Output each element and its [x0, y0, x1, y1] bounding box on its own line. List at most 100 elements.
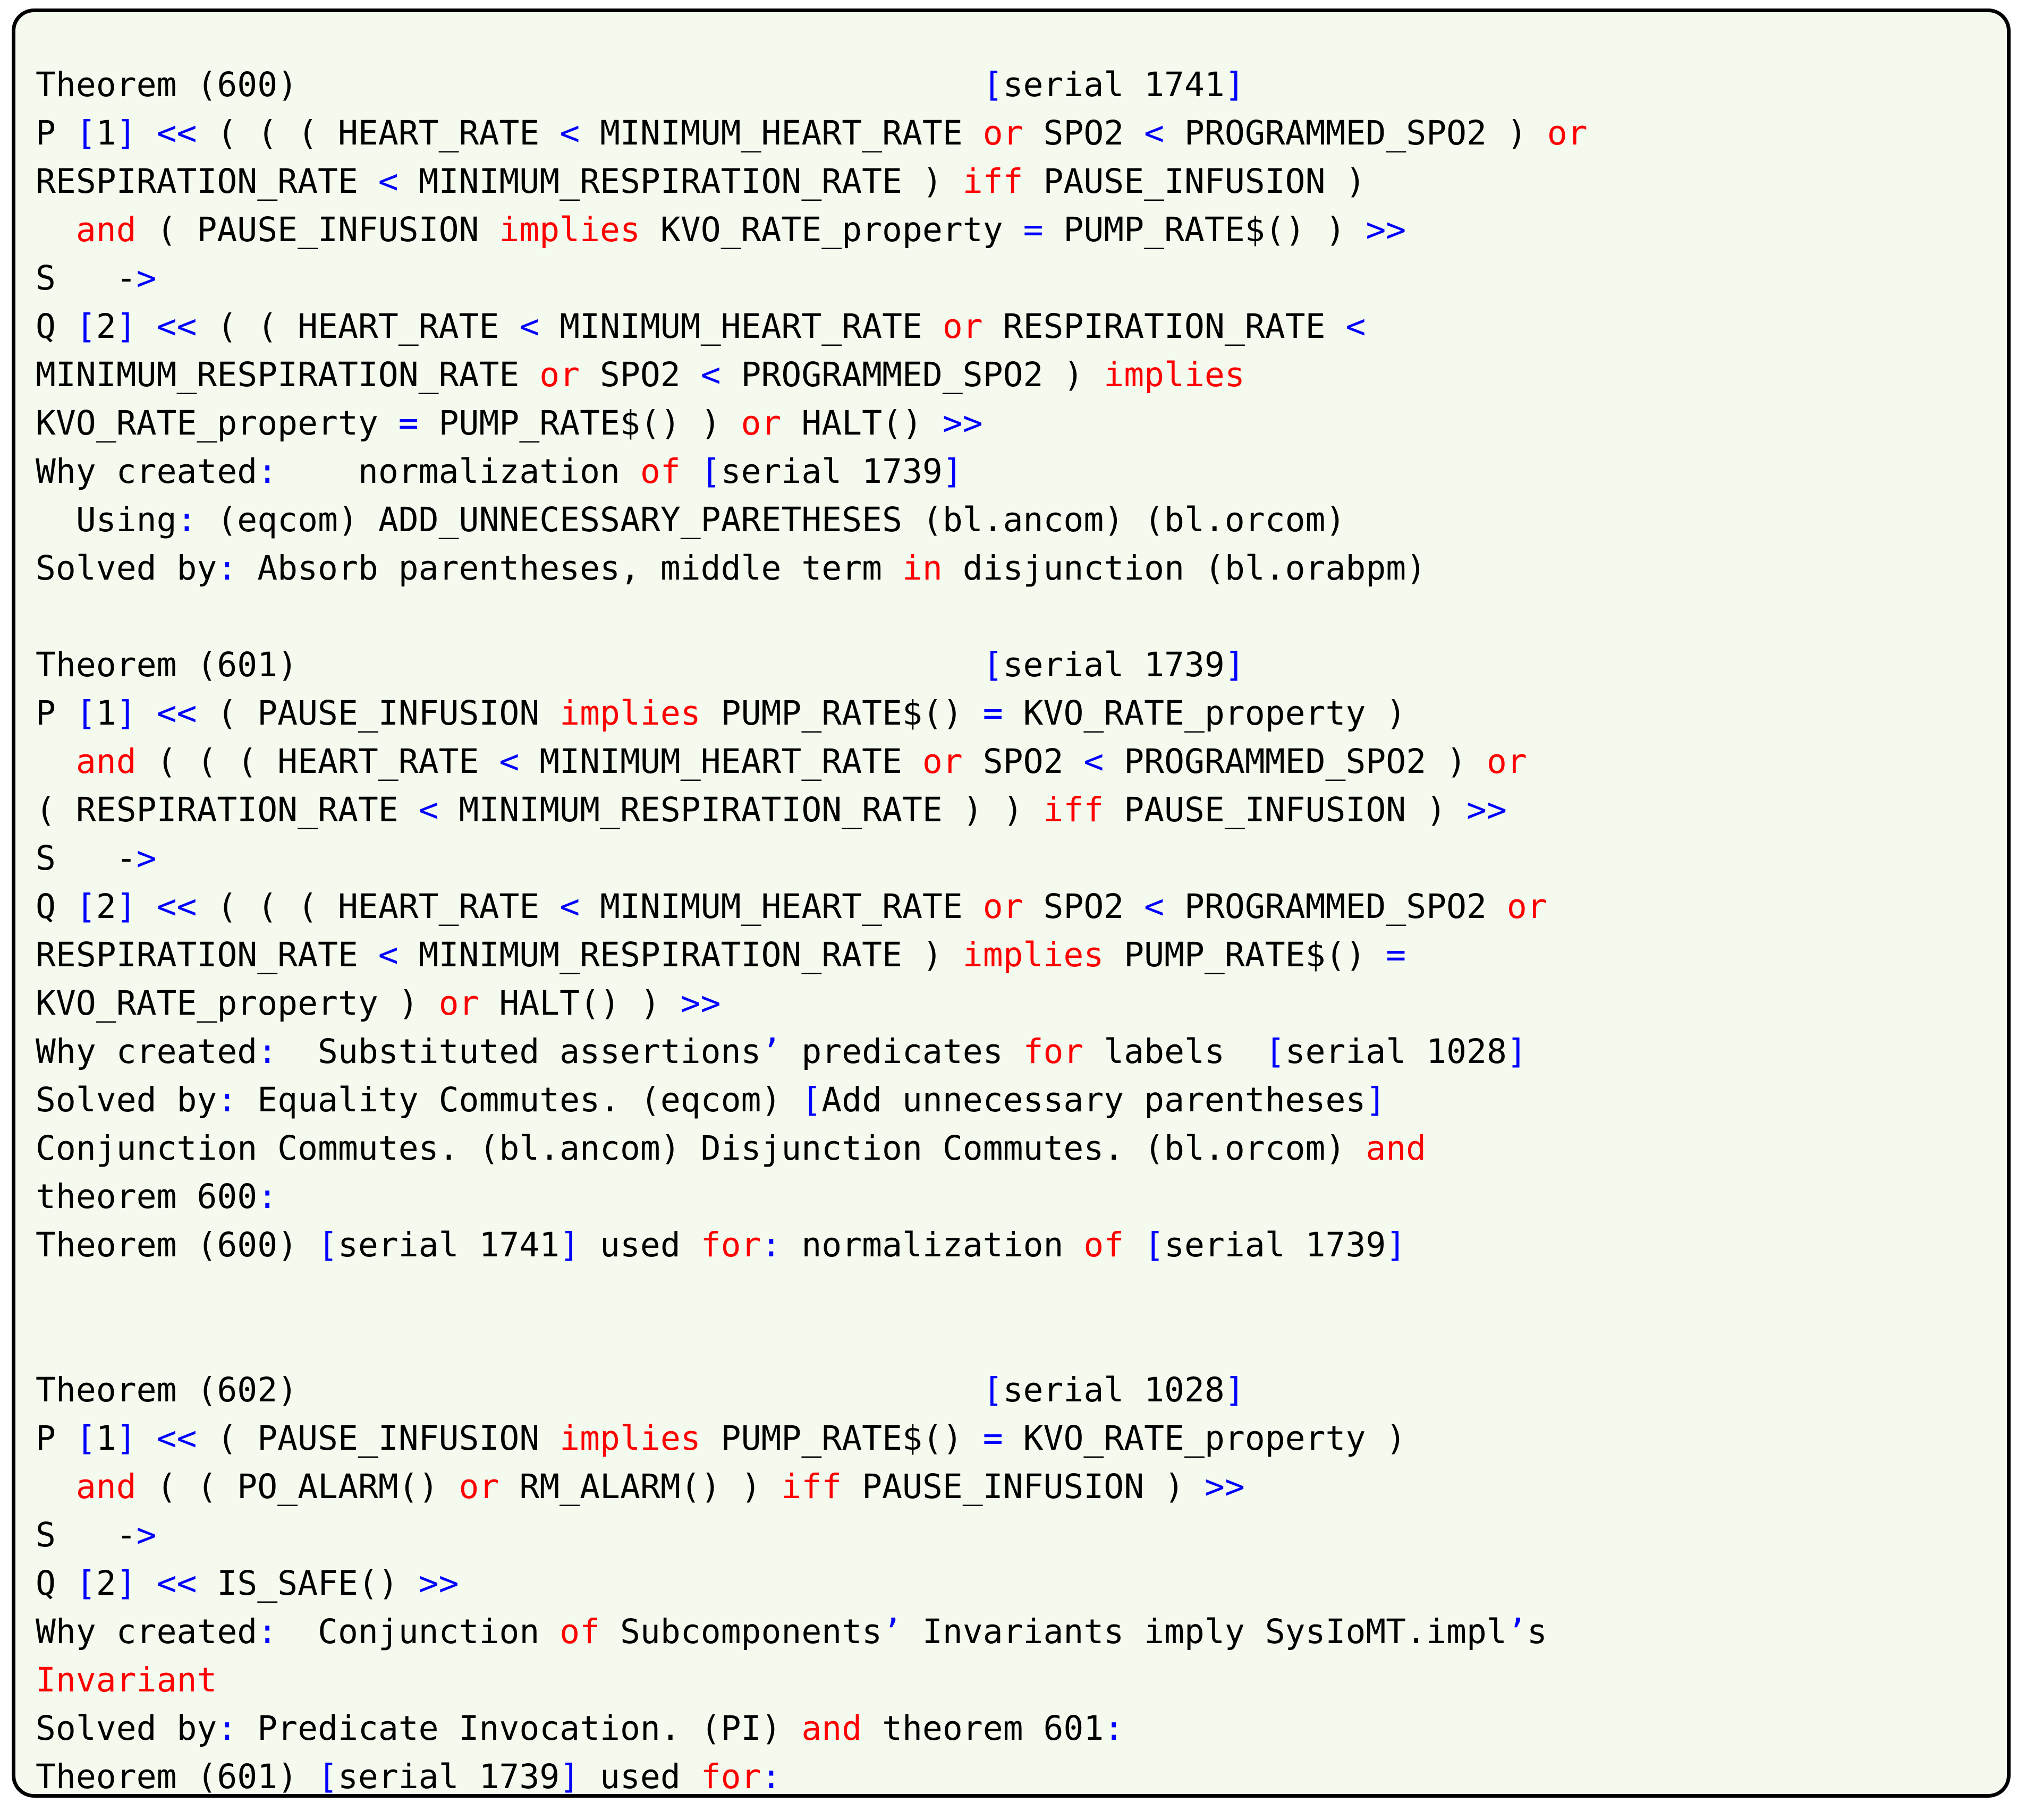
proof-token: for: [1023, 1032, 1084, 1071]
proof-token: KVO_RATE_property: [640, 210, 1023, 249]
proof-token: [137, 1564, 157, 1603]
proof-token: =: [1386, 935, 1406, 974]
proof-token: <: [1345, 307, 1366, 346]
proof-token: MINIMUM_RESPIRATION_RATE ) ): [438, 790, 1044, 829]
proof-token: (eqcom) ADD_UNNECESSARY_PARETHESES (bl.a…: [197, 500, 1346, 539]
proof-token: Q: [36, 307, 76, 346]
proof-token: serial 1028: [1285, 1032, 1507, 1071]
proof-listing-text: Theorem (600) [serial 1741] P [1] << ( ( …: [36, 61, 1588, 1796]
proof-token: PAUSE_INFUSION ): [1104, 790, 1467, 829]
proof-token: ]: [560, 1757, 580, 1796]
proof-token: SPO2: [580, 355, 701, 394]
proof-line: ( RESPIRATION_RATE < MINIMUM_RESPIRATION…: [36, 786, 1588, 834]
proof-line: P [1] << ( PAUSE_INFUSION implies PUMP_R…: [36, 689, 1588, 737]
proof-token: Why created: [36, 1612, 258, 1651]
proof-token: or: [741, 404, 782, 443]
proof-token: [: [75, 1564, 96, 1603]
proof-token: >>: [418, 1564, 459, 1603]
proof-token: ]: [116, 307, 137, 346]
proof-line: P [1] << ( PAUSE_INFUSION implies PUMP_R…: [36, 1414, 1588, 1462]
proof-token: implies: [499, 210, 640, 249]
proof-token: and: [801, 1709, 862, 1748]
proof-token: PAUSE_INFUSION ): [1023, 162, 1366, 201]
proof-line: S ->: [36, 254, 1588, 302]
proof-line: Theorem (600) [serial 1741]: [36, 61, 1588, 109]
proof-token: and: [75, 210, 137, 249]
proof-token: :: [257, 1032, 278, 1071]
proof-token: ]: [1224, 65, 1245, 104]
proof-token: RESPIRATION_RATE: [982, 307, 1346, 346]
proof-token: implies: [962, 935, 1104, 974]
proof-token: [: [700, 452, 721, 491]
proof-line: Conjunction Commutes. (bl.ancom) Disjunc…: [36, 1124, 1588, 1172]
proof-line: Why created: Substituted assertions’ pre…: [36, 1027, 1588, 1076]
proof-token: Using: [36, 500, 177, 539]
proof-token: KVO_RATE_property: [36, 404, 399, 443]
proof-token: [137, 1419, 157, 1458]
proof-token: >: [136, 1516, 157, 1554]
proof-token: >>: [942, 404, 983, 443]
proof-token: or: [1506, 887, 1547, 926]
proof-token: MINIMUM_RESPIRATION_RATE ): [398, 162, 963, 201]
proof-token: PUMP_RATE$() ): [418, 404, 741, 443]
proof-token: <: [378, 935, 399, 974]
proof-token: <<: [156, 887, 197, 926]
proof-line: and ( ( ( HEART_RATE < MINIMUM_HEART_RAT…: [36, 737, 1588, 786]
proof-token: or: [438, 984, 479, 1023]
proof-token: theorem 600: [36, 1177, 258, 1216]
proof-token: [298, 1371, 983, 1409]
proof-token: PAUSE_INFUSION ): [842, 1467, 1205, 1506]
proof-line: Using: (eqcom) ADD_UNNECESSARY_PARETHESE…: [36, 496, 1588, 544]
proof-token: ]: [116, 887, 137, 926]
proof-token: implies: [560, 1419, 701, 1458]
proof-line: S ->: [36, 834, 1588, 882]
proof-token: serial 1739: [1003, 645, 1225, 684]
proof-token: ( ( ( HEART_RATE: [136, 742, 499, 781]
proof-token: iff: [781, 1467, 842, 1506]
proof-line: KVO_RATE_property = PUMP_RATE$() ) or HA…: [36, 399, 1588, 447]
proof-token: SPO2: [1023, 114, 1145, 152]
proof-token: [: [75, 694, 96, 733]
proof-token: PUMP_RATE$(): [1104, 935, 1386, 974]
proof-line: Theorem (601) [serial 1739] used for:: [36, 1753, 1588, 1796]
proof-token: :: [257, 1612, 278, 1651]
proof-token: >>: [1366, 210, 1406, 249]
proof-token: MINIMUM_HEART_RATE: [519, 742, 922, 781]
proof-token: KVO_RATE_property ): [1003, 694, 1406, 733]
proof-line: P [1] << ( ( ( HEART_RATE < MINIMUM_HEAR…: [36, 109, 1588, 157]
proof-token: Add unnecessary parentheses: [821, 1081, 1366, 1119]
proof-line: RESPIRATION_RATE < MINIMUM_RESPIRATION_R…: [36, 931, 1588, 979]
proof-token: 1: [96, 1419, 116, 1458]
proof-token: normalization: [277, 452, 640, 491]
proof-token: serial 1739: [1164, 1226, 1386, 1264]
proof-token: 2: [96, 1564, 116, 1603]
proof-line: Q [2] << ( ( ( HEART_RATE < MINIMUM_HEAR…: [36, 882, 1588, 931]
proof-token: implies: [560, 694, 701, 733]
proof-token: <<: [156, 1564, 197, 1603]
proof-token: Theorem (600): [36, 1226, 318, 1264]
proof-token: used: [580, 1226, 701, 1264]
proof-token: theorem 601: [862, 1709, 1104, 1748]
proof-token: MINIMUM_HEART_RATE: [580, 114, 983, 152]
proof-token: Invariant: [36, 1661, 217, 1699]
proof-line: Q [2] << IS_SAFE() >>: [36, 1559, 1588, 1608]
proof-token: used: [580, 1757, 701, 1796]
proof-token: KVO_RATE_property ): [1003, 1419, 1406, 1458]
proof-token: MINIMUM_RESPIRATION_RATE ): [398, 935, 963, 974]
proof-token: ]: [1506, 1032, 1527, 1071]
proof-token: Theorem (601): [36, 1757, 318, 1796]
proof-token: and: [75, 742, 137, 781]
proof-token: <: [1144, 114, 1165, 152]
proof-token: [137, 887, 157, 926]
proof-token: or: [1547, 114, 1588, 152]
proof-token: of: [1083, 1226, 1124, 1264]
proof-token: for: [700, 1226, 761, 1264]
proof-token: Why created: [36, 452, 258, 491]
proof-token: Substituted assertions: [277, 1032, 761, 1071]
proof-token: and: [1366, 1129, 1427, 1168]
proof-token: HALT(): [781, 404, 943, 443]
proof-token: <: [499, 742, 520, 781]
proof-token: ]: [942, 452, 963, 491]
proof-token: [: [75, 887, 96, 926]
proof-token: [681, 452, 701, 491]
